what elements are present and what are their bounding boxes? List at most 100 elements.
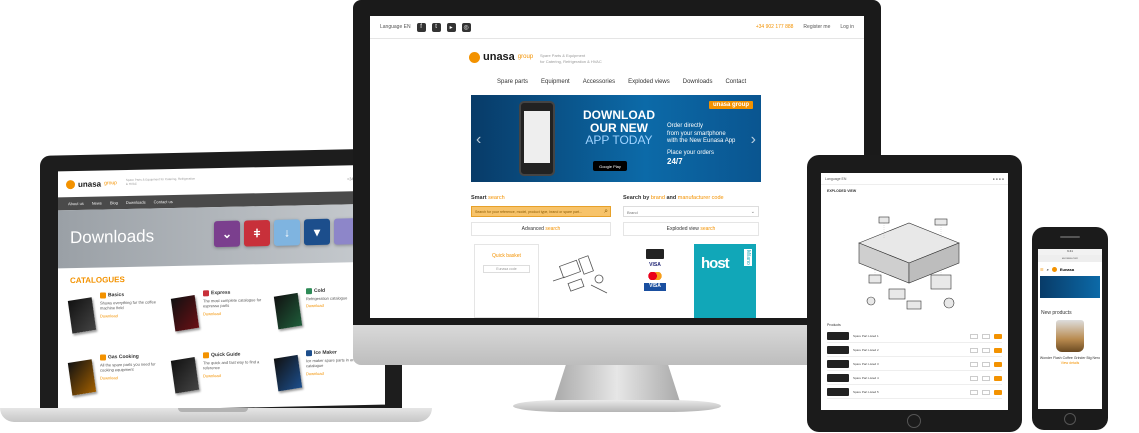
quantity-field[interactable] (970, 333, 978, 339)
search-icon[interactable]: ⌕ (604, 208, 608, 216)
language-selector[interactable]: Language EN (380, 24, 411, 30)
product-image[interactable] (1056, 320, 1084, 352)
product-name: Spare Part Listed 1 (853, 334, 879, 338)
phone-banner[interactable] (1040, 276, 1100, 298)
logo-group: group (517, 54, 534, 60)
exploded-drawing-card[interactable] (546, 244, 616, 318)
nav-contact[interactable]: Contact us (154, 199, 173, 204)
quantity-field[interactable] (970, 347, 978, 353)
banner-copy: Order directly from your smartphone with… (667, 123, 735, 167)
twitter-icon[interactable]: t (431, 22, 441, 32)
brand-select[interactable]: Brand ⌄ (623, 206, 759, 217)
add-to-cart-button[interactable] (994, 375, 1002, 381)
google-play-badge[interactable]: Google Play (593, 161, 627, 171)
exploded-view-button[interactable]: Exploded view search (623, 222, 759, 236)
carousel-prev-icon[interactable]: ‹ (476, 131, 481, 149)
banner-brand: unasa group (708, 101, 753, 109)
download-tile-blue-icon[interactable]: ▾ (304, 218, 330, 246)
product-thumbnail (827, 388, 849, 396)
exploded-view-diagram[interactable] (849, 213, 979, 318)
download-tile-purple-icon[interactable]: ⌄ (214, 220, 240, 248)
menu-exploded-views[interactable]: Exploded views (628, 79, 670, 85)
quantity-field[interactable] (982, 361, 990, 367)
app-download-banner[interactable]: ‹ DOWNLOAD OUR NEW APP TODAY Google Play… (471, 95, 761, 182)
catalogues-section: CATALOGUES Basics Shows everything for th… (58, 262, 385, 406)
catalogue-download-link[interactable]: Download (203, 310, 270, 317)
tablet-social-icons: ● ● ● ● (992, 176, 1004, 181)
catalogue-download-link[interactable]: Download (203, 372, 270, 379)
login-link[interactable]: Log in (840, 24, 854, 30)
instagram-icon[interactable]: ◎ (461, 22, 471, 32)
register-link[interactable]: Register me (803, 24, 830, 30)
eunasa-code-input[interactable]: Eunasa code (483, 265, 530, 273)
menu-accessories[interactable]: Accessories (583, 79, 615, 85)
tablet-home-button[interactable] (907, 414, 921, 428)
quantity-field[interactable] (970, 389, 978, 395)
download-tile-lightblue-icon[interactable]: ↓ (274, 219, 300, 246)
phone-url-bar[interactable]: eunasa.com (1038, 255, 1102, 262)
quantity-field[interactable] (982, 389, 990, 395)
catalogue-desc: Ice maker spare parts in one catalogue (306, 356, 357, 369)
product-thumbnail (827, 332, 849, 340)
phone-screen: 9:41 eunasa.com ☰ ⌕ Eunasa New products … (1038, 249, 1102, 409)
smart-search-input[interactable]: Search for your reference, model, produc… (471, 206, 611, 217)
product-link[interactable]: View details (1038, 361, 1102, 365)
facebook-icon[interactable]: f (416, 22, 426, 32)
quantity-field[interactable] (970, 361, 978, 367)
menu-equipment[interactable]: Equipment (541, 79, 570, 85)
menu-downloads[interactable]: Downloads (683, 79, 713, 85)
product-row[interactable]: Spare Part Listed 3 (827, 358, 1002, 371)
catalogue-item[interactable]: Gas Cooking All the spare parts you need … (67, 353, 167, 405)
logo-word: unasa (483, 51, 515, 63)
nav-about[interactable]: About us (68, 201, 84, 206)
banner-copy-2: from your smartphone (667, 130, 726, 137)
phone-number[interactable]: +34 902 177 888 (756, 24, 794, 30)
catalogue-item[interactable]: Express The most complete catalogue for e… (170, 289, 270, 341)
tablet-language[interactable]: Language EN (825, 177, 846, 181)
product-row[interactable]: Spare Part Listed 4 (827, 372, 1002, 385)
site-logo[interactable]: unasa group (469, 51, 533, 63)
tablet-device: Language EN ● ● ● ● EXPLODED VIEW Produc… (807, 155, 1022, 432)
search-by-text: Search by (623, 195, 650, 201)
logo-mark-icon (1051, 266, 1057, 272)
nav-news[interactable]: News (92, 201, 102, 206)
quantity-field[interactable] (982, 375, 990, 381)
catalogue-download-link[interactable]: Download (100, 374, 167, 381)
catalogue-cover (170, 295, 200, 332)
host-milano-card[interactable]: host Milano (694, 244, 756, 318)
add-to-cart-button[interactable] (994, 347, 1002, 353)
product-row[interactable]: Spare Part Listed 2 (827, 344, 1002, 357)
quantity-field[interactable] (982, 333, 990, 339)
advanced-search-button[interactable]: Advanced search (471, 222, 611, 236)
quantity-field[interactable] (982, 347, 990, 353)
phone-device: 9:41 eunasa.com ☰ ⌕ Eunasa New products … (1032, 227, 1108, 430)
menu-spare-parts[interactable]: Spare parts (497, 79, 528, 85)
download-tile-red-icon[interactable]: ǂ (244, 219, 270, 247)
tablet-top-bar: Language EN ● ● ● ● (821, 173, 1008, 185)
menu-icon[interactable]: ☰ (1040, 267, 1044, 272)
add-to-cart-button[interactable] (994, 361, 1002, 367)
quantity-field[interactable] (970, 375, 978, 381)
catalogue-item[interactable]: Quick Guide The quick and fast way to fin… (170, 351, 270, 403)
product-row[interactable]: Spare Part Listed 5 (827, 386, 1002, 399)
catalogue-download-link[interactable]: Download (306, 303, 347, 309)
product-row[interactable]: Spare Part Listed 1 (827, 330, 1002, 343)
phone-home-button[interactable] (1064, 413, 1076, 425)
phone-header: ☰ ⌕ Eunasa (1038, 262, 1102, 276)
nav-blog[interactable]: Blog (110, 200, 118, 205)
carousel-next-icon[interactable]: › (751, 131, 756, 149)
catalogue-item[interactable]: Basics Shows everything for the coffee ma… (67, 291, 167, 343)
catalogue-download-link[interactable]: Download (100, 312, 167, 319)
phone-logo[interactable]: Eunasa (1060, 267, 1074, 272)
menu-contact[interactable]: Contact (725, 79, 746, 85)
nav-downloads[interactable]: Downloads (126, 200, 146, 205)
monitor-stand-neck (553, 365, 681, 405)
product-name[interactable]: Wonder Flash Coffee Grinder Big Nero (1038, 356, 1102, 361)
search-icon[interactable]: ⌕ (1047, 267, 1049, 272)
add-to-cart-button[interactable] (994, 389, 1002, 395)
add-to-cart-button[interactable] (994, 333, 1002, 339)
youtube-icon[interactable]: ▸ (446, 22, 456, 32)
catalogues-grid: Basics Shows everything for the coffee ma… (67, 287, 373, 405)
downloads-hero: Downloads ⌄ ǂ ↓ ▾ (58, 203, 385, 269)
laptop-logo[interactable]: unasa group Spare Parts & Equipment for … (66, 177, 196, 189)
